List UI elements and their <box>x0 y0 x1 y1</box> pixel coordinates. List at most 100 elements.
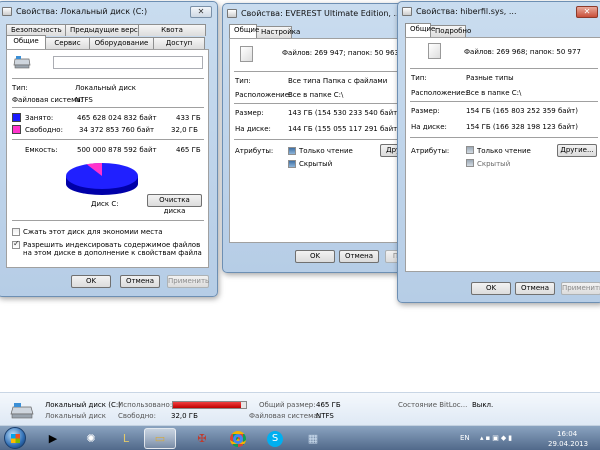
other-attributes-button[interactable]: Другие... <box>557 144 597 157</box>
tab-tools[interactable]: Сервис <box>45 37 90 49</box>
media-player-icon[interactable]: ▶ <box>37 428 69 449</box>
type-value: Локальный диск <box>75 84 137 92</box>
tab-settings[interactable]: Настройка <box>256 26 300 38</box>
location-label: Расположение: <box>235 91 292 99</box>
chrome-icon[interactable] <box>222 428 254 449</box>
cancel-button[interactable]: Отмена <box>515 282 555 295</box>
file-icon <box>402 7 412 16</box>
size-label: Размер: <box>235 109 264 117</box>
drive-name-field[interactable] <box>53 56 203 69</box>
pinball-icon[interactable]: ✺ <box>75 428 107 449</box>
size-value: 154 ГБ (165 803 252 359 байт) <box>466 107 578 115</box>
usage-bar <box>172 401 247 409</box>
tab-details[interactable]: Подробно <box>430 25 471 37</box>
hidden-checkbox[interactable] <box>466 159 474 167</box>
close-button[interactable]: ✕ <box>190 5 212 18</box>
hiberfil-properties-window: Свойства: hiberfil.sys, ... ✕ Общие Подр… <box>397 1 600 303</box>
game2-icon[interactable]: ✠ <box>186 428 218 449</box>
clock-date[interactable]: 29.04.2013 <box>548 440 588 448</box>
window-title: Свойства: EVEREST Ultimate Edition, ... <box>241 9 402 18</box>
start-button[interactable] <box>4 427 26 449</box>
type-label: Тип: <box>12 84 28 92</box>
game-icon[interactable]: L <box>110 428 142 449</box>
disk-c-properties-window: Свойства: Локальный диск (C:) ✕ Безопасн… <box>0 1 218 297</box>
close-button[interactable]: ✕ <box>576 5 598 18</box>
location-value: Все в папке C:\ <box>288 91 344 99</box>
used-color-swatch <box>12 113 21 122</box>
tab-general[interactable]: Общие <box>405 23 435 37</box>
attributes-label: Атрибуты: <box>235 147 274 155</box>
chrome-logo-icon <box>230 430 246 447</box>
on-disk-value: 154 ГБ (166 328 198 123 байт) <box>466 123 578 131</box>
tab-sharing[interactable]: Доступ <box>153 37 205 49</box>
file-icon <box>227 9 237 18</box>
readonly-checkbox[interactable] <box>466 146 474 154</box>
title-bar[interactable]: Свойства: Локальный диск (C:) ✕ <box>0 2 217 21</box>
location-value: Все в папке C:\ <box>466 89 522 97</box>
disk-label: Диск C: <box>91 200 119 208</box>
cancel-button[interactable]: Отмена <box>120 275 160 288</box>
type-value: Все типа Папка с файлами <box>288 77 388 85</box>
fs-value: NTFS <box>316 412 334 420</box>
drive-name: Локальный диск (C:) <box>45 401 121 409</box>
cancel-button[interactable]: Отмена <box>339 250 379 263</box>
fs-label: Файловая система: <box>12 96 84 104</box>
ok-button[interactable]: OK <box>71 275 111 288</box>
used-label: Занято: <box>25 114 54 122</box>
used-label: Использовано: <box>118 401 173 409</box>
type-label: Тип: <box>235 77 251 85</box>
readonly-label: Только чтение <box>477 147 531 155</box>
free-color-swatch <box>12 125 21 134</box>
drive-type: Локальный диск <box>45 412 107 420</box>
ok-button[interactable]: OK <box>471 282 511 295</box>
tab-hardware[interactable]: Оборудование <box>89 37 154 49</box>
tab-general[interactable]: Общие <box>229 24 259 38</box>
compress-checkbox[interactable] <box>12 228 20 236</box>
type-value: Разные типы <box>466 74 514 82</box>
tray-icons[interactable]: ▴▪▣◆▮ <box>480 434 530 443</box>
index-label: Разрешить индексировать содержимое файло… <box>23 241 202 257</box>
ok-button[interactable]: OK <box>295 250 335 263</box>
capacity-gb: 465 ГБ <box>176 146 201 154</box>
on-disk-label: На диске: <box>411 123 447 131</box>
apply-button[interactable]: Применить <box>167 275 209 288</box>
used-gb: 433 ГБ <box>176 114 201 122</box>
taskbar: ▶ ✺ L ▭ ✠ S ▦ EN ▴▪▣◆▮ 16:04 29.04.2013 <box>0 425 600 450</box>
location-label: Расположение: <box>411 89 468 97</box>
title-bar[interactable]: Свойства: hiberfil.sys, ... ✕ <box>398 2 600 21</box>
files-count: Файлов: 269 968; папок: 50 977 <box>464 48 581 56</box>
free-value: 32,0 ГБ <box>171 412 198 420</box>
hidden-label: Скрытый <box>299 160 333 168</box>
readonly-label: Только чтение <box>299 147 353 155</box>
explorer-icon[interactable]: ▭ <box>144 428 176 449</box>
general-panel: Файлов: 269 968; папок: 50 977 Тип: Разн… <box>405 37 600 272</box>
tab-quota[interactable]: Квота <box>138 24 206 36</box>
drive-icon <box>13 56 31 69</box>
on-disk-value: 144 ГБ (155 055 117 291 байт) <box>288 125 400 133</box>
disk-cleanup-button[interactable]: Очистка диска <box>147 194 202 215</box>
skype-icon[interactable]: S <box>259 428 291 449</box>
files-icon <box>240 46 253 62</box>
usage-bar-fill <box>173 402 241 408</box>
title-bar[interactable]: Свойства: EVEREST Ultimate Edition, ... <box>223 4 404 23</box>
size-value: 143 ГБ (154 530 233 540 байт) <box>288 109 400 117</box>
drive-icon <box>2 7 12 16</box>
hidden-checkbox[interactable] <box>288 160 296 168</box>
apply-button[interactable]: Применить <box>561 282 600 295</box>
on-disk-label: На диске: <box>235 125 271 133</box>
files-count: Файлов: 269 947; папок: 50 963 <box>282 49 399 57</box>
window-title: Свойства: hiberfil.sys, ... <box>416 7 517 16</box>
language-indicator[interactable]: EN <box>460 434 470 442</box>
bitlocker-label: Состояние BitLoc... <box>398 401 468 409</box>
free-label: Свободно: <box>118 412 156 420</box>
capacity-bytes: 500 000 878 592 байт <box>77 146 157 154</box>
network-icon[interactable]: ▦ <box>297 428 329 449</box>
windows-logo-icon <box>11 434 20 443</box>
tab-general[interactable]: Общие <box>6 35 46 49</box>
bitlocker-value: Выкл. <box>472 401 494 409</box>
readonly-checkbox[interactable] <box>288 147 296 155</box>
clock-time[interactable]: 16:04 <box>557 430 577 438</box>
skype-logo-icon: S <box>267 430 283 447</box>
tab-previous-versions[interactable]: Предыдущие версии <box>65 24 147 36</box>
index-checkbox[interactable] <box>12 239 20 249</box>
